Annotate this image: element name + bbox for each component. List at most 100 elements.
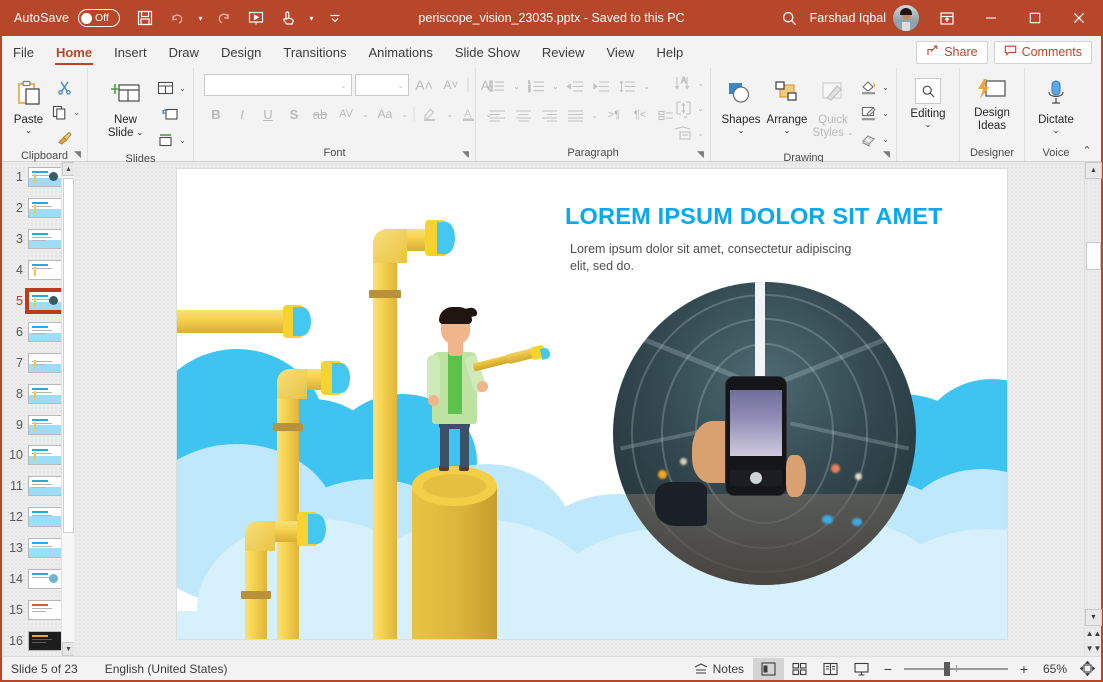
character-spacing-button[interactable]: AV — [334, 102, 358, 126]
slide-sorter-view-icon[interactable] — [784, 658, 815, 680]
change-case-button[interactable]: Aa — [373, 102, 397, 126]
shape-outline-dropdown-icon[interactable]: ⌄ — [880, 109, 891, 118]
align-text-box-dropdown-icon[interactable]: ⌄ — [695, 104, 706, 113]
slide-thumbnail[interactable] — [28, 476, 62, 496]
slide-thumbnail[interactable] — [28, 445, 62, 465]
dictate-dropdown-icon[interactable]: ⌄ — [1053, 127, 1060, 135]
save-icon[interactable] — [130, 4, 160, 32]
slide-thumbnail[interactable] — [28, 538, 62, 558]
new-slide-button[interactable]: New Slide ⌄ — [98, 73, 153, 139]
slide-subtitle[interactable]: Lorem ipsum dolor sit amet, consectetur … — [570, 241, 870, 275]
text-highlight-color-icon[interactable] — [418, 102, 442, 126]
slide-thumbnail[interactable] — [28, 384, 62, 404]
slide-title[interactable]: LOREM IPSUM DOLOR SIT AMET — [565, 202, 985, 230]
slide-thumbnail[interactable] — [28, 631, 62, 651]
scroll-down-icon[interactable]: ▼ — [62, 642, 74, 656]
minimize-icon[interactable] — [969, 0, 1013, 36]
font-size-input[interactable]: ⌄ — [355, 74, 409, 96]
align-right-icon[interactable] — [537, 103, 561, 127]
tab-slide-show[interactable]: Slide Show — [444, 36, 531, 68]
reading-view-icon[interactable] — [815, 658, 846, 680]
shape-effects-icon[interactable] — [856, 127, 880, 151]
bullets-icon[interactable] — [485, 74, 509, 98]
copy-icon[interactable] — [47, 100, 71, 124]
account-name[interactable]: Farshad Iqbal — [810, 11, 886, 25]
increase-indent-icon[interactable] — [589, 74, 613, 98]
align-left-icon[interactable] — [485, 103, 509, 127]
bold-button[interactable]: B — [204, 102, 228, 126]
slide-thumbnail-selected[interactable] — [28, 291, 62, 311]
editing-dropdown-icon[interactable]: ⌄ — [925, 121, 932, 129]
decrease-font-size-icon[interactable]: A˅ — [439, 73, 463, 97]
close-icon[interactable] — [1057, 0, 1101, 36]
slide-thumbnail[interactable] — [28, 415, 62, 435]
slide-show-view-icon[interactable] — [846, 658, 877, 680]
quick-styles-button[interactable]: Quick Styles ⌄ — [810, 73, 856, 139]
text-direction-icon[interactable]: >¶ — [602, 103, 626, 127]
numbering-icon[interactable]: 1 2 3 — [524, 74, 548, 98]
zoom-knob[interactable] — [944, 662, 950, 676]
text-direction-vertical-icon[interactable]: A — [671, 71, 695, 95]
shapes-dropdown-icon[interactable]: ⌄ — [738, 127, 745, 135]
share-button[interactable]: Share — [916, 41, 987, 64]
font-name-input[interactable]: ⌄ — [204, 74, 352, 96]
dictate-button[interactable]: Dictate ⌄ — [1030, 73, 1082, 135]
paragraph-dialog-launcher-icon[interactable]: ◥ — [695, 149, 706, 160]
slide-thumbnail[interactable] — [28, 353, 62, 373]
slide-vertical-scrollbar[interactable]: ▲ ▼ ▲▲ ▼▼ — [1084, 162, 1101, 656]
thumbnail-scrollbar[interactable]: ▲ ▼ — [61, 162, 74, 656]
smartart-graphic-icon[interactable] — [671, 121, 695, 145]
paste-dropdown-icon[interactable]: ⌄ — [25, 127, 32, 135]
align-text-icon[interactable]: ¶< — [628, 103, 652, 127]
bullets-dropdown-icon[interactable]: ⌄ — [511, 82, 522, 91]
collapse-ribbon-icon[interactable]: ⌃ — [1078, 142, 1096, 158]
slide-thumbnail[interactable] — [28, 198, 62, 218]
new-slide-dropdown-icon[interactable]: ⌄ — [136, 127, 143, 139]
font-dialog-launcher-icon[interactable]: ◥ — [460, 149, 471, 160]
numbering-dropdown-icon[interactable]: ⌄ — [550, 82, 561, 91]
tab-home[interactable]: Home — [45, 36, 103, 68]
change-case-dropdown-icon[interactable]: ⌄ — [399, 110, 410, 119]
slide-canvas[interactable]: LOREM IPSUM DOLOR SIT AMET Lorem ipsum d… — [176, 168, 1008, 640]
tab-design[interactable]: Design — [210, 36, 272, 68]
slide-thumbnail-pane[interactable]: 1 2 3 4 5 6 7 — [2, 162, 74, 656]
tab-insert[interactable]: Insert — [103, 36, 158, 68]
slide-thumbnail[interactable] — [28, 260, 62, 280]
slide-editing-area[interactable]: LOREM IPSUM DOLOR SIT AMET Lorem ipsum d… — [74, 162, 1101, 656]
smartart-graphic-dropdown-icon[interactable]: ⌄ — [695, 129, 706, 138]
slide-thumbnail[interactable] — [28, 322, 62, 342]
tab-view[interactable]: View — [596, 36, 646, 68]
comments-button[interactable]: Comments — [994, 41, 1092, 64]
arrange-dropdown-icon[interactable]: ⌄ — [784, 127, 791, 135]
zoom-level[interactable]: 65% — [1035, 662, 1073, 676]
layout-dropdown-icon[interactable]: ⌄ — [177, 84, 188, 93]
layout-icon[interactable] — [153, 76, 177, 100]
justify-icon[interactable] — [563, 103, 587, 127]
line-spacing-dropdown-icon[interactable]: ⌄ — [641, 82, 652, 91]
fit-to-window-icon[interactable] — [1073, 661, 1101, 676]
line-spacing-icon[interactable] — [615, 74, 639, 98]
highlight-color-dropdown-icon[interactable]: ⌄ — [444, 110, 455, 119]
section-dropdown-icon[interactable]: ⌄ — [177, 136, 188, 145]
shape-outline-icon[interactable] — [856, 101, 880, 125]
underline-button[interactable]: U — [256, 102, 280, 126]
language-indicator[interactable]: English (United States) — [87, 657, 237, 681]
drawing-dialog-launcher-icon[interactable]: ◥ — [881, 149, 892, 160]
decrease-indent-icon[interactable] — [563, 74, 587, 98]
undo-dropdown-icon[interactable]: ▾ — [194, 14, 207, 23]
text-direction-dropdown-icon[interactable]: ⌄ — [695, 79, 706, 88]
ribbon-display-options-icon[interactable] — [925, 0, 969, 36]
tab-animations[interactable]: Animations — [358, 36, 444, 68]
undo-icon[interactable] — [162, 4, 192, 32]
redo-icon[interactable] — [209, 4, 239, 32]
tab-draw[interactable]: Draw — [158, 36, 210, 68]
paste-button[interactable]: Paste ⌄ — [10, 73, 47, 135]
slide-thumbnail[interactable] — [28, 600, 62, 620]
start-presentation-icon[interactable] — [241, 4, 271, 32]
reset-icon[interactable] — [153, 102, 188, 126]
tab-review[interactable]: Review — [531, 36, 596, 68]
tab-help[interactable]: Help — [645, 36, 694, 68]
align-center-icon[interactable] — [511, 103, 535, 127]
next-slide-icon[interactable]: ▼▼ — [1085, 641, 1102, 656]
previous-slide-icon[interactable]: ▲▲ — [1085, 626, 1102, 641]
